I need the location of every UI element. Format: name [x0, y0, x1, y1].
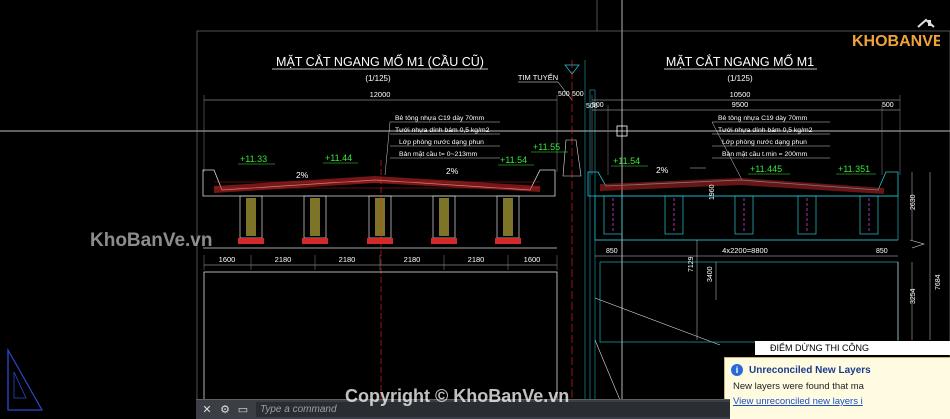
- left-slope-right: 2%: [446, 166, 459, 176]
- right-side-dim-left: 850: [606, 248, 618, 255]
- left-section-scale: (1/125): [365, 74, 391, 83]
- ucs-icon: [7, 347, 44, 411]
- right-slope: 2%: [656, 165, 669, 175]
- center-dim-1: 500: [558, 91, 570, 98]
- watermark-left: KhoBanVe.vn: [90, 230, 213, 251]
- right-vdim-1: 1960: [709, 184, 716, 200]
- notification-title: Unreconciled New Layers: [749, 365, 871, 376]
- info-icon: i: [731, 364, 743, 376]
- right-side-dim-right: 850: [876, 248, 888, 255]
- notification-link[interactable]: View unreconciled new layers i: [733, 396, 863, 407]
- left-bottom-dim-2: 2180: [275, 255, 292, 264]
- close-icon[interactable]: ✕: [200, 403, 214, 417]
- centerline-label: TIM TUYẾN: [518, 72, 558, 82]
- watermark-logo: KHOBANVE: [852, 18, 940, 50]
- left-layer-1: Bê tông nhựa C19 dày 70mm: [395, 115, 485, 122]
- right-level-3: +11.351: [838, 164, 870, 174]
- right-overall-dim: 10500: [730, 90, 751, 99]
- left-section-title: MẶT CẮT NGANG MỐ M1 (CẦU CŨ): [276, 54, 484, 69]
- notification-body: New layers were found that ma: [733, 381, 864, 392]
- logo-text: KHOBANVE: [852, 33, 940, 50]
- left-bottom-dim-5: 2180: [468, 255, 485, 264]
- center-axis: TIM TUYẾN 500 500 500: [518, 60, 721, 401]
- drawing-canvas[interactable]: MẶT CẮT NGANG MỐ M1 (CẦU CŨ) (1/125) 120…: [0, 0, 950, 418]
- right-vdim-3: 7129: [688, 256, 695, 272]
- right-layer-3: Lớp phòng nước dạng phun: [722, 139, 807, 146]
- left-bottom-dim-6: 1600: [524, 255, 541, 264]
- right-layer-1: Bê tông nhựa C19 dày 70mm: [718, 115, 808, 122]
- left-slope-left: 2%: [296, 170, 309, 180]
- right-edge-dim-left: 500: [592, 102, 604, 109]
- settings-icon[interactable]: ⚙: [218, 403, 232, 417]
- command-history-icon[interactable]: ▭: [236, 403, 250, 417]
- left-layer-4: Bản mặt cầu t= 0~213mm: [399, 149, 478, 158]
- right-section-title: MẶT CẮT NGANG MỐ M1: [666, 54, 814, 69]
- left-layer-2: Tưới nhựa dính bám 0,5 kg/m2: [395, 127, 490, 134]
- right-section-scale: (1/125): [727, 74, 753, 83]
- right-layer-4: Bản mặt cầu t.min = 200mm: [722, 149, 808, 158]
- right-inner-dim: 9500: [732, 100, 749, 109]
- layer-notification[interactable]: i Unreconciled New Layers New layers wer…: [724, 357, 950, 419]
- left-layer-3: Lớp phòng nước dạng phun: [399, 139, 484, 146]
- right-vdim-6: 7684: [935, 274, 942, 290]
- left-section: MẶT CẮT NGANG MỐ M1 (CẦU CŨ) (1/125) 120…: [202, 54, 568, 401]
- right-section: MẶT CẮT NGANG MỐ M1 (1/125) 10500 500 95…: [587, 54, 942, 343]
- left-overall-dim: 12000: [370, 90, 391, 99]
- left-level-1: +11.33: [240, 154, 267, 164]
- left-bottom-dim-3: 2180: [339, 255, 356, 264]
- construction-stop-label: ĐIỂM DỪNG THI CÔNG: [755, 341, 950, 355]
- right-vdim-2: 2630: [910, 194, 917, 210]
- right-vdim-4: 3400: [707, 266, 714, 282]
- left-level-3: +11.54: [500, 155, 527, 165]
- right-layer-2: Tưới nhựa dính bám 0,5 kg/m2: [718, 127, 813, 134]
- left-bottom-dim-1: 1600: [219, 255, 236, 264]
- left-level-4: +11.55: [533, 142, 560, 152]
- right-girder-dim: 4x2200=8800: [722, 246, 768, 255]
- left-level-2: +11.44: [325, 153, 352, 163]
- watermark-copyright: Copyright © KhoBanVe.vn: [345, 386, 570, 406]
- right-vdim-5: 3254: [910, 288, 917, 304]
- right-edge-dim-right: 500: [882, 102, 894, 109]
- right-level-1: +11.54: [613, 156, 640, 166]
- center-dim-2: 500: [572, 91, 584, 98]
- right-level-2: +11.445: [750, 164, 782, 174]
- left-bottom-dim-4: 2180: [404, 255, 421, 264]
